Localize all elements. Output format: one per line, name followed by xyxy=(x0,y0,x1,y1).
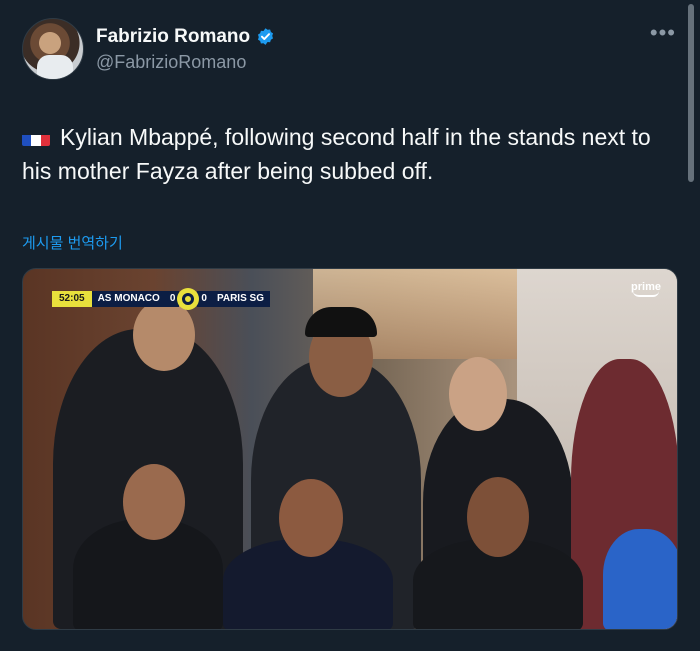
display-name-row: Fabrizio Romano xyxy=(96,26,275,48)
ligue1-logo-icon xyxy=(177,288,200,310)
post-media-image[interactable]: 52:05 AS MONACO 0 0 PARIS SG prime xyxy=(22,268,678,630)
match-clock: 52:05 xyxy=(52,291,92,307)
more-options-icon[interactable]: ••• xyxy=(650,22,676,44)
verified-badge-icon xyxy=(256,27,275,46)
away-score: 0 xyxy=(197,291,211,307)
spectator-woman-head xyxy=(449,357,507,431)
away-team: PARIS SG xyxy=(210,291,270,307)
broadcaster-label: prime xyxy=(631,281,661,293)
author-names: Fabrizio Romano @FabrizioRomano xyxy=(96,26,275,73)
avatar[interactable] xyxy=(22,18,84,80)
spectator-blue-jacket xyxy=(603,529,677,629)
scoreboard: 52:05 AS MONACO 0 0 PARIS SG xyxy=(52,288,270,310)
spectator-front-left-head xyxy=(123,464,185,540)
tweet-text: Kylian Mbappé, following second half in … xyxy=(22,124,651,184)
france-flag-icon xyxy=(22,128,50,146)
spectator-front-right-head xyxy=(467,477,529,557)
translate-post-link[interactable]: 게시물 번역하기 xyxy=(22,232,123,253)
cap xyxy=(305,307,377,337)
post-header: Fabrizio Romano @FabrizioRomano xyxy=(22,18,275,80)
display-name[interactable]: Fabrizio Romano xyxy=(96,26,250,48)
home-team: AS MONACO xyxy=(91,291,166,307)
spectator-front-center-head xyxy=(279,479,343,557)
user-handle[interactable]: @FabrizioRomano xyxy=(96,52,275,73)
scrollbar[interactable] xyxy=(688,4,694,182)
tweet-text-container: Kylian Mbappé, following second half in … xyxy=(22,120,672,188)
prime-video-logo-icon: prime xyxy=(631,281,661,297)
